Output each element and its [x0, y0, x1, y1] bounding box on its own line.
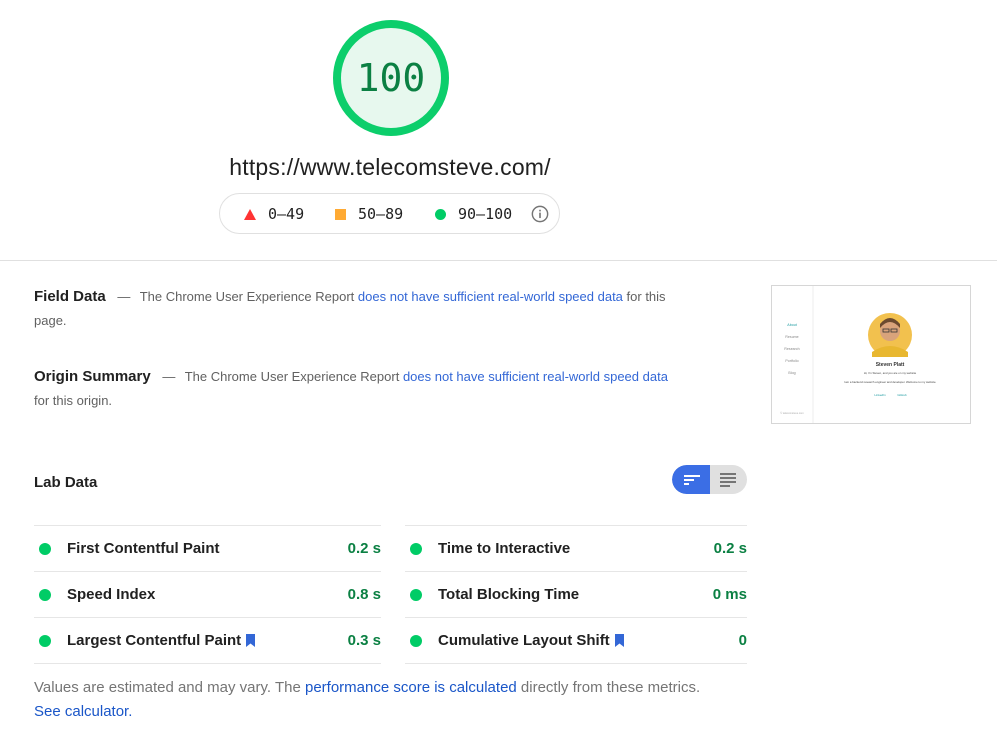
- field-data-section: Field Data — The Chrome User Experience …: [34, 285, 684, 333]
- legend-fail-label: 0–49: [268, 205, 305, 223]
- page-screenshot-thumbnail: About Resume Research Portfolio Blog © t…: [771, 285, 971, 424]
- info-icon[interactable]: [531, 205, 549, 223]
- legend-average: 50–89: [335, 205, 403, 223]
- metric-value: 0.8 s: [347, 586, 381, 603]
- pass-dot-icon: [410, 634, 422, 647]
- pass-dot-icon: [410, 588, 422, 601]
- pass-dot-icon: [39, 588, 51, 601]
- note-text-1: Values are estimated and may vary. The: [34, 679, 301, 696]
- legend-pass: 90–100: [435, 205, 512, 223]
- legend-pass-label: 90–100: [458, 205, 513, 223]
- metric-first-contentful-paint: First Contentful Paint 0.2 s: [34, 525, 381, 571]
- metric-label: First Contentful Paint: [67, 540, 220, 557]
- performance-score-link[interactable]: performance score is calculated: [305, 679, 517, 696]
- bookmark-icon: [246, 634, 256, 647]
- metric-label: Cumulative Layout Shift: [438, 632, 610, 649]
- fail-triangle-icon: [244, 208, 256, 220]
- origin-summary-text: The Chrome User Experience Report: [184, 369, 400, 384]
- thumb-line1: Hi, I'm Steven, and you are on my websit…: [864, 371, 917, 375]
- bar-view-icon: [684, 475, 700, 485]
- pass-dot-icon: [39, 542, 51, 555]
- pass-dot-icon: [410, 542, 422, 555]
- thumb-link-0: LinkedIn: [874, 393, 886, 397]
- origin-summary-link[interactable]: does not have sufficient real-world spee…: [403, 369, 668, 384]
- performance-score-gauge: 100: [330, 17, 452, 139]
- metric-label: Time to Interactive: [438, 540, 571, 557]
- origin-summary-tail: for this origin.: [34, 393, 113, 408]
- field-data-link[interactable]: does not have sufficient real-world spee…: [358, 289, 623, 304]
- thumb-nav-4: Blog: [788, 371, 795, 375]
- thumb-nav-1: Resume: [785, 335, 798, 339]
- thumb-footer: © telecomsteve.com: [780, 411, 804, 415]
- performance-score: 100: [356, 56, 426, 100]
- thumb-nav-3: Portfolio: [785, 359, 798, 363]
- field-data-text: The Chrome User Experience Report: [139, 289, 355, 304]
- thumb-line2: I am a backend research engineer and dev…: [844, 380, 937, 384]
- lab-data-title: Lab Data: [34, 474, 98, 491]
- note-text-2: directly from these metrics.: [520, 679, 701, 696]
- metric-speed-index: Speed Index 0.8 s: [34, 571, 381, 617]
- page-url: https://www.telecomsteve.com/: [229, 154, 551, 180]
- legend-average-label: 50–89: [358, 205, 404, 223]
- origin-summary-dash: —: [162, 369, 176, 384]
- pass-circle-icon: [435, 208, 446, 220]
- metrics-right-column: Time to Interactive 0.2 s Total Blocking…: [405, 525, 747, 664]
- field-data-dash: —: [117, 289, 131, 304]
- see-calculator-link[interactable]: See calculator.: [34, 703, 132, 720]
- metric-value: 0.2 s: [347, 540, 381, 557]
- score-legend: 0–49 50–89 90–100: [219, 193, 560, 234]
- thumb-nav-2: Research: [784, 347, 799, 351]
- thumb-nav-0: About: [787, 323, 796, 327]
- thumb-name: Steven Platt: [876, 362, 905, 368]
- metric-value: 0: [738, 632, 747, 649]
- metric-label: Largest Contentful Paint: [67, 632, 242, 649]
- section-divider: [0, 260, 997, 261]
- metric-total-blocking-time: Total Blocking Time 0 ms: [405, 571, 747, 617]
- metric-cumulative-layout-shift: Cumulative Layout Shift 0: [405, 617, 747, 664]
- metrics-left-column: First Contentful Paint 0.2 s Speed Index…: [34, 525, 381, 664]
- bar-view-button[interactable]: [672, 465, 710, 494]
- metric-value: 0.3 s: [347, 632, 381, 649]
- metric-value: 0.2 s: [713, 540, 747, 557]
- legend-fail: 0–49: [244, 205, 304, 223]
- bookmark-icon: [614, 634, 624, 647]
- thumbnail-image: About Resume Research Portfolio Blog © t…: [772, 286, 970, 423]
- metric-time-to-interactive: Time to Interactive 0.2 s: [405, 525, 747, 571]
- list-view-icon: [720, 473, 736, 487]
- metric-label: Speed Index: [67, 586, 156, 603]
- thumb-link-1: GitHub: [897, 393, 907, 397]
- estimate-note: Values are estimated and may vary. The p…: [34, 676, 714, 724]
- metric-value: 0 ms: [712, 586, 747, 603]
- origin-summary-section: Origin Summary — The Chrome User Experie…: [34, 365, 684, 413]
- origin-summary-title: Origin Summary: [34, 368, 151, 385]
- metric-label: Total Blocking Time: [438, 586, 580, 603]
- metric-largest-contentful-paint: Largest Contentful Paint 0.3 s: [34, 617, 381, 664]
- average-square-icon: [335, 208, 346, 220]
- field-data-title: Field Data: [34, 288, 106, 305]
- thumb-avatar: [868, 313, 912, 357]
- pass-dot-icon: [39, 634, 51, 647]
- view-toggle: [672, 465, 747, 494]
- list-view-button[interactable]: [710, 465, 747, 494]
